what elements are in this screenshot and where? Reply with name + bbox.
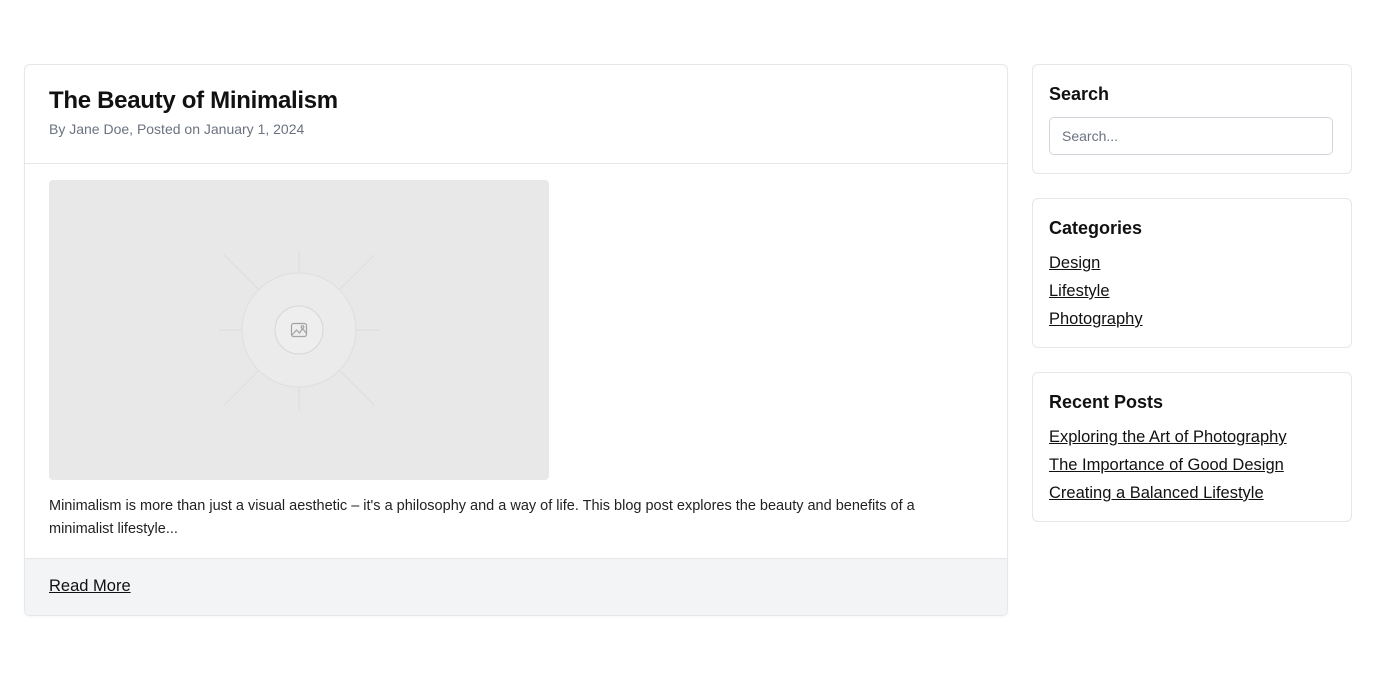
post-meta: By Jane Doe, Posted on January 1, 2024 <box>49 121 305 137</box>
post-excerpt: Minimalism is more than just a visual ae… <box>49 498 915 537</box>
image-placeholder-icon <box>219 250 379 410</box>
recent-post-item: Exploring the Art of Photography <box>1049 427 1287 455</box>
read-more-link[interactable]: Read More <box>49 577 131 596</box>
category-link-lifestyle[interactable]: Lifestyle <box>1049 282 1110 300</box>
search-widget: Search <box>1032 64 1352 174</box>
category-item: Photography <box>1049 309 1143 337</box>
blog-page: The Beauty of Minimalism By Jane Doe, Po… <box>0 0 1376 680</box>
post-image-placeholder <box>49 180 549 480</box>
categories-widget: Categories Design Lifestyle Photography <box>1032 198 1352 348</box>
post-title: The Beauty of Minimalism <box>49 87 338 114</box>
recent-post-link[interactable]: Creating a Balanced Lifestyle <box>1049 484 1264 502</box>
post-header: The Beauty of Minimalism By Jane Doe, Po… <box>25 65 1007 164</box>
recent-post-link[interactable]: The Importance of Good Design <box>1049 456 1284 474</box>
category-item: Design <box>1049 253 1143 281</box>
category-item: Lifestyle <box>1049 281 1143 309</box>
recent-posts-list: Exploring the Art of Photography The Imp… <box>1049 427 1287 511</box>
blog-post-card: The Beauty of Minimalism By Jane Doe, Po… <box>24 64 1008 616</box>
recent-post-item: The Importance of Good Design <box>1049 455 1287 483</box>
categories-list: Design Lifestyle Photography <box>1049 253 1143 337</box>
search-widget-title: Search <box>1049 84 1110 104</box>
recent-post-link[interactable]: Exploring the Art of Photography <box>1049 428 1287 446</box>
search-input[interactable] <box>1049 117 1333 155</box>
categories-widget-title: Categories <box>1049 218 1143 238</box>
post-footer: Read More <box>25 558 1007 615</box>
recent-posts-widget: Recent Posts Exploring the Art of Photog… <box>1032 372 1352 522</box>
category-link-photography[interactable]: Photography <box>1049 310 1143 328</box>
category-link-design[interactable]: Design <box>1049 254 1100 272</box>
recent-post-item: Creating a Balanced Lifestyle <box>1049 483 1287 511</box>
recent-posts-widget-title: Recent Posts <box>1049 392 1164 412</box>
